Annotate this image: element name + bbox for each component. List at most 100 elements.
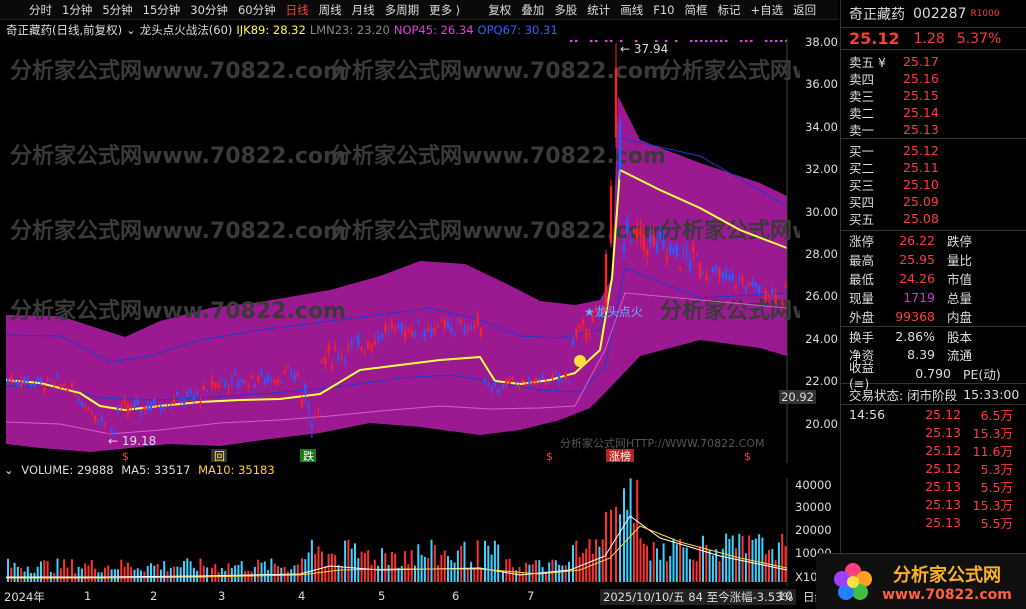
candle-body <box>731 273 734 281</box>
toolbar-item-1[interactable]: 1分钟 <box>57 2 97 18</box>
volume-bar <box>173 566 176 582</box>
volume-bar <box>390 551 393 582</box>
volume-bar <box>715 549 718 582</box>
candle-body <box>544 382 548 385</box>
low-annotation: ← 19.18 <box>108 434 156 448</box>
volume-bar <box>192 567 195 582</box>
toolbar-item-8[interactable]: 月线 <box>347 2 380 18</box>
signal-dot <box>695 40 698 42</box>
candle-body <box>774 294 777 303</box>
toolbar-item-17[interactable]: 简框 <box>679 2 712 18</box>
ma10-value: MA10: 35183 <box>198 463 275 477</box>
candle-body <box>280 382 283 384</box>
volume-bar <box>705 545 708 582</box>
candle-body <box>314 415 317 417</box>
volume-bar <box>387 564 390 582</box>
stat-value: 0.790 <box>915 366 951 381</box>
candle-body <box>227 387 230 389</box>
price-tick-6: 26.00 <box>805 289 838 304</box>
date-label-8: 2025/10/10/五 84 至今涨幅-3.53% <box>600 589 797 605</box>
volume-bar <box>748 535 751 582</box>
volume-bar <box>340 565 343 582</box>
volume-bar <box>702 535 704 582</box>
volume-value: VOLUME: 29888 <box>21 463 114 477</box>
stock-header: 奇正藏药 002287 R1000 <box>841 0 1026 28</box>
volume-bar <box>484 540 486 582</box>
bid-price: 25.11 <box>903 160 939 175</box>
stock-title: 奇正藏药(日线,前复权) <box>6 23 123 37</box>
volume-bar <box>63 559 66 582</box>
indicator-dropdown-icon[interactable]: ⌄ <box>126 23 136 37</box>
toolbar-item-12[interactable]: 叠加 <box>516 2 549 18</box>
vol-tick-2: 20000 <box>795 523 832 537</box>
toolbar-item-20[interactable]: 返回 <box>788 2 821 18</box>
toolbar-item-19[interactable]: +自选 <box>745 2 788 18</box>
toolbar-item-16[interactable]: F10 <box>648 3 679 17</box>
volume-bar <box>260 562 263 582</box>
toolbar-item-11[interactable]: 复权 <box>483 2 516 18</box>
candle-body <box>210 380 214 387</box>
volume-bar <box>94 568 97 582</box>
candle-body <box>376 335 380 342</box>
ask-row: 卖四 25.16 <box>841 70 1026 87</box>
toolbar-item-6[interactable]: 日线 <box>281 2 314 18</box>
candlestick-chart[interactable]: 分析家公式网www.70822.com 分析家公式网www.70822.com 分析… <box>0 38 800 463</box>
candle-body <box>632 230 636 233</box>
tick-row: 25.13 5.5万 <box>841 477 1026 495</box>
price-change: 1.28 <box>913 30 945 47</box>
candle-body <box>263 378 266 384</box>
toolbar-item-13[interactable]: 多股 <box>549 2 582 18</box>
toolbar-item-2[interactable]: 5分钟 <box>97 2 137 18</box>
candle-body <box>250 375 253 379</box>
bid-price: 25.12 <box>903 143 939 158</box>
toolbar-item-15[interactable]: 画线 <box>615 2 648 18</box>
candle-body <box>243 380 247 383</box>
candle-body <box>430 327 433 337</box>
volume-bar <box>347 539 350 582</box>
candle-body <box>751 281 754 287</box>
volume-bar <box>354 543 356 582</box>
candle-body <box>153 398 156 404</box>
toolbar-item-0[interactable]: 分时 <box>24 2 57 18</box>
candle-body <box>497 388 500 394</box>
toolbar-item-10[interactable]: 更多 ⟩ <box>424 2 465 18</box>
tick-volume: 15.3万 <box>972 497 1013 513</box>
candle-body <box>571 338 575 346</box>
candle-body <box>23 377 26 384</box>
candle-body <box>192 395 196 400</box>
volume-bar <box>344 540 347 582</box>
price-tick-9: 20.00 <box>805 416 838 431</box>
candle-body <box>43 387 46 391</box>
toolbar-item-7[interactable]: 周线 <box>314 2 347 18</box>
candle-body <box>77 399 80 401</box>
volume-bar <box>698 546 701 582</box>
candle-body <box>343 360 347 362</box>
volume-bar <box>433 545 436 582</box>
toolbar-item-3[interactable]: 15分钟 <box>138 2 186 18</box>
toolbar-item-5[interactable]: 60分钟 <box>233 2 281 18</box>
candle-body <box>473 326 476 328</box>
candle-body <box>581 319 585 325</box>
toolbar-item-18[interactable]: 标记 <box>712 2 745 18</box>
toolbar-item-14[interactable]: 统计 <box>582 2 615 18</box>
stat-right-label: PE(动) <box>963 367 1001 382</box>
candle-body <box>639 228 642 236</box>
tick-price: 25.12 <box>925 460 961 476</box>
candle-body <box>273 379 276 383</box>
toolbar-item-9[interactable]: 多周期 <box>380 2 425 18</box>
volume-chart[interactable] <box>0 478 800 586</box>
tick-list[interactable]: 14:56 25.12 6.5万 25.13 15.3万 25.12 11.6万 25.12 5… <box>841 405 1026 531</box>
indicator-name[interactable]: 龙头点火战法(60) <box>140 22 233 38</box>
ask-price: 25.15 <box>903 88 939 103</box>
candle-body <box>567 382 571 384</box>
candle-body <box>695 254 698 256</box>
volume-bar <box>410 550 413 582</box>
candle-body <box>26 381 29 383</box>
signal-dot <box>780 40 783 42</box>
coin-marker-icon <box>574 355 586 367</box>
signal-annotation: ★龙头点火 <box>584 305 643 319</box>
volume-dropdown-icon[interactable]: ⌄ <box>4 463 14 477</box>
toolbar-item-4[interactable]: 30分钟 <box>185 2 233 18</box>
signal-dot <box>705 40 708 42</box>
volume-bar <box>214 564 217 582</box>
